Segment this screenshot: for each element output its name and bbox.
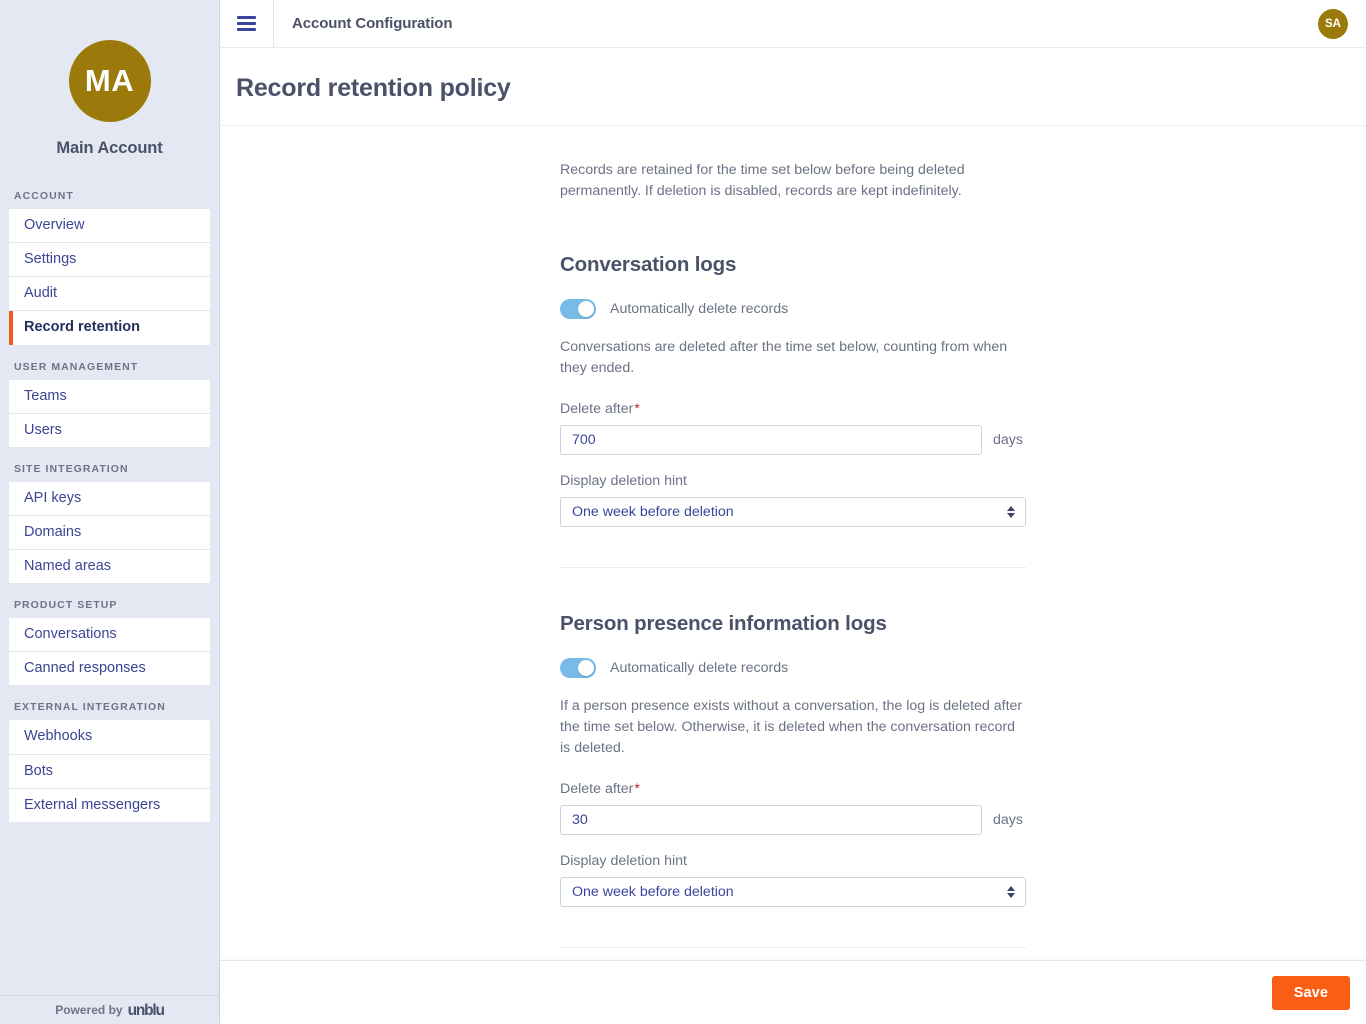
auto-delete-toggle-label: Automatically delete records: [610, 660, 789, 677]
action-bar: Save: [220, 960, 1366, 1024]
nav-group-title: PRODUCT SETUP: [14, 599, 118, 612]
app-root: MA Main Account ACCOUNT Overview Settings A…: [0, 0, 1366, 1024]
account-block: MA Main Account: [0, 40, 219, 172]
unblu-logo: unblu: [127, 1002, 165, 1020]
section-help-text: If a person presence exists without a co…: [560, 698, 1023, 756]
delete-after-row: days: [560, 425, 1026, 456]
retention-section: Person presence information logs Automat…: [560, 612, 1026, 949]
sidebar-item-api-keys[interactable]: API keys: [9, 481, 210, 515]
main-area: Account Configuration SA Record retentio…: [220, 0, 1366, 1024]
section-divider: [560, 947, 1026, 949]
sidebar-item-settings[interactable]: Settings: [9, 243, 210, 277]
deletion-hint-label: Display deletion hint: [560, 853, 687, 870]
nav-group: ACCOUNT Overview Settings Audit Record reten…: [0, 190, 219, 345]
page-title: Record retention policy: [236, 74, 511, 102]
nav-group-title: ACCOUNT: [14, 190, 74, 202]
sidebar-item-record-retention[interactable]: Record retention: [9, 311, 210, 345]
retention-section: Conversation logs Automatically delete r…: [560, 253, 1026, 569]
account-avatar: MA: [68, 40, 151, 122]
sidebar-item-domains[interactable]: Domains: [9, 515, 210, 549]
toggle-knob: [578, 660, 594, 677]
sidebar-navigation: ACCOUNT Overview Settings Audit Record reten…: [0, 190, 219, 822]
sidebar-item-audit[interactable]: Audit: [9, 277, 210, 311]
hamburger-bars: [237, 16, 256, 31]
section-divider: [560, 567, 1026, 569]
save-button[interactable]: Save: [1271, 975, 1350, 1010]
required-asterisk: *: [634, 780, 640, 797]
content-column: Records are retained for the time set be…: [560, 126, 1026, 949]
sidebar-footer: Powered by unblu: [0, 995, 219, 1024]
sidebar-item-named-areas[interactable]: Named areas: [9, 550, 210, 584]
sidebar-scroll-area: MA Main Account ACCOUNT Overview Settings A…: [0, 0, 219, 995]
sidebar-item-webhooks[interactable]: Webhooks: [9, 720, 210, 754]
content-scroll: Records are retained for the time set be…: [220, 126, 1366, 960]
sidebar-item-teams[interactable]: Teams: [9, 379, 210, 413]
delete-after-unit: days: [993, 812, 1023, 829]
sidebar-item-overview[interactable]: Overview: [9, 209, 210, 243]
deletion-hint-select-wrap: NeverOne day before deletionOne week bef…: [560, 497, 1026, 528]
page-header: Record retention policy: [220, 48, 1366, 126]
nav-group: SITE INTEGRATION API keys Domains Named are…: [0, 462, 219, 584]
hamburger-bar-1: [237, 16, 256, 19]
required-asterisk: *: [634, 400, 640, 417]
nav-group-title: EXTERNAL INTEGRATION: [14, 701, 166, 714]
delete-after-row: days: [560, 805, 1026, 836]
unblu-logo-text: unblu: [127, 1002, 165, 1020]
delete-after-label-text: Delete after: [560, 401, 634, 418]
deletion-hint-select-wrap: NeverOne day before deletionOne week bef…: [560, 877, 1026, 908]
deletion-hint-label: Display deletion hint: [560, 473, 687, 490]
hamburger-bar-2: [237, 22, 256, 25]
deletion-hint-select[interactable]: NeverOne day before deletionOne week bef…: [560, 877, 1026, 908]
auto-delete-toggle-label: Automatically delete records: [610, 301, 789, 318]
sidebar-item-users[interactable]: Users: [9, 413, 210, 447]
nav-group-title: SITE INTEGRATION: [14, 462, 129, 475]
intro-text: Records are retained for the time set be…: [560, 162, 965, 199]
auto-delete-toggle-row: Automatically delete records: [560, 299, 1026, 320]
auto-delete-toggle[interactable]: [560, 299, 596, 320]
hamburger-icon[interactable]: [220, 0, 274, 48]
toggle-knob: [578, 301, 594, 318]
delete-after-label: Delete after*: [560, 400, 1026, 417]
delete-after-label-text: Delete after: [560, 781, 634, 798]
section-title: Person presence information logs: [560, 612, 887, 636]
sections-host: Conversation logs Automatically delete r…: [560, 253, 1026, 949]
user-avatar[interactable]: SA: [1318, 8, 1348, 39]
powered-by-label: Powered by: [55, 1003, 123, 1017]
sidebar-item-canned-responses[interactable]: Canned responses: [9, 652, 210, 686]
auto-delete-toggle-row: Automatically delete records: [560, 658, 1026, 679]
delete-after-unit: days: [993, 432, 1023, 449]
deletion-hint-select[interactable]: NeverOne day before deletionOne week bef…: [560, 497, 1026, 528]
delete-after-input[interactable]: [560, 805, 982, 836]
section-title: Conversation logs: [560, 253, 737, 277]
delete-after-label: Delete after*: [560, 780, 1026, 797]
topbar-title: Account Configuration: [292, 15, 453, 32]
nav-group: PRODUCT SETUP Conversations Canned respons…: [0, 599, 219, 686]
sidebar-item-conversations[interactable]: Conversations: [9, 618, 210, 652]
topbar: Account Configuration SA: [220, 0, 1366, 48]
account-name: Main Account: [56, 139, 163, 157]
sidebar: MA Main Account ACCOUNT Overview Settings A…: [0, 0, 220, 1024]
nav-group: EXTERNAL INTEGRATION Webhooks Bots External…: [0, 701, 219, 822]
hamburger-bar-3: [237, 28, 256, 31]
delete-after-input[interactable]: [560, 425, 982, 456]
sidebar-item-bots[interactable]: Bots: [9, 754, 210, 788]
nav-group: USER MANAGEMENT Teams Users: [0, 361, 219, 447]
auto-delete-toggle[interactable]: [560, 658, 596, 679]
nav-group-title: USER MANAGEMENT: [14, 360, 139, 373]
section-help-text: Conversations are deleted after the time…: [560, 339, 1008, 376]
sidebar-item-external-messengers[interactable]: External messengers: [9, 788, 210, 822]
